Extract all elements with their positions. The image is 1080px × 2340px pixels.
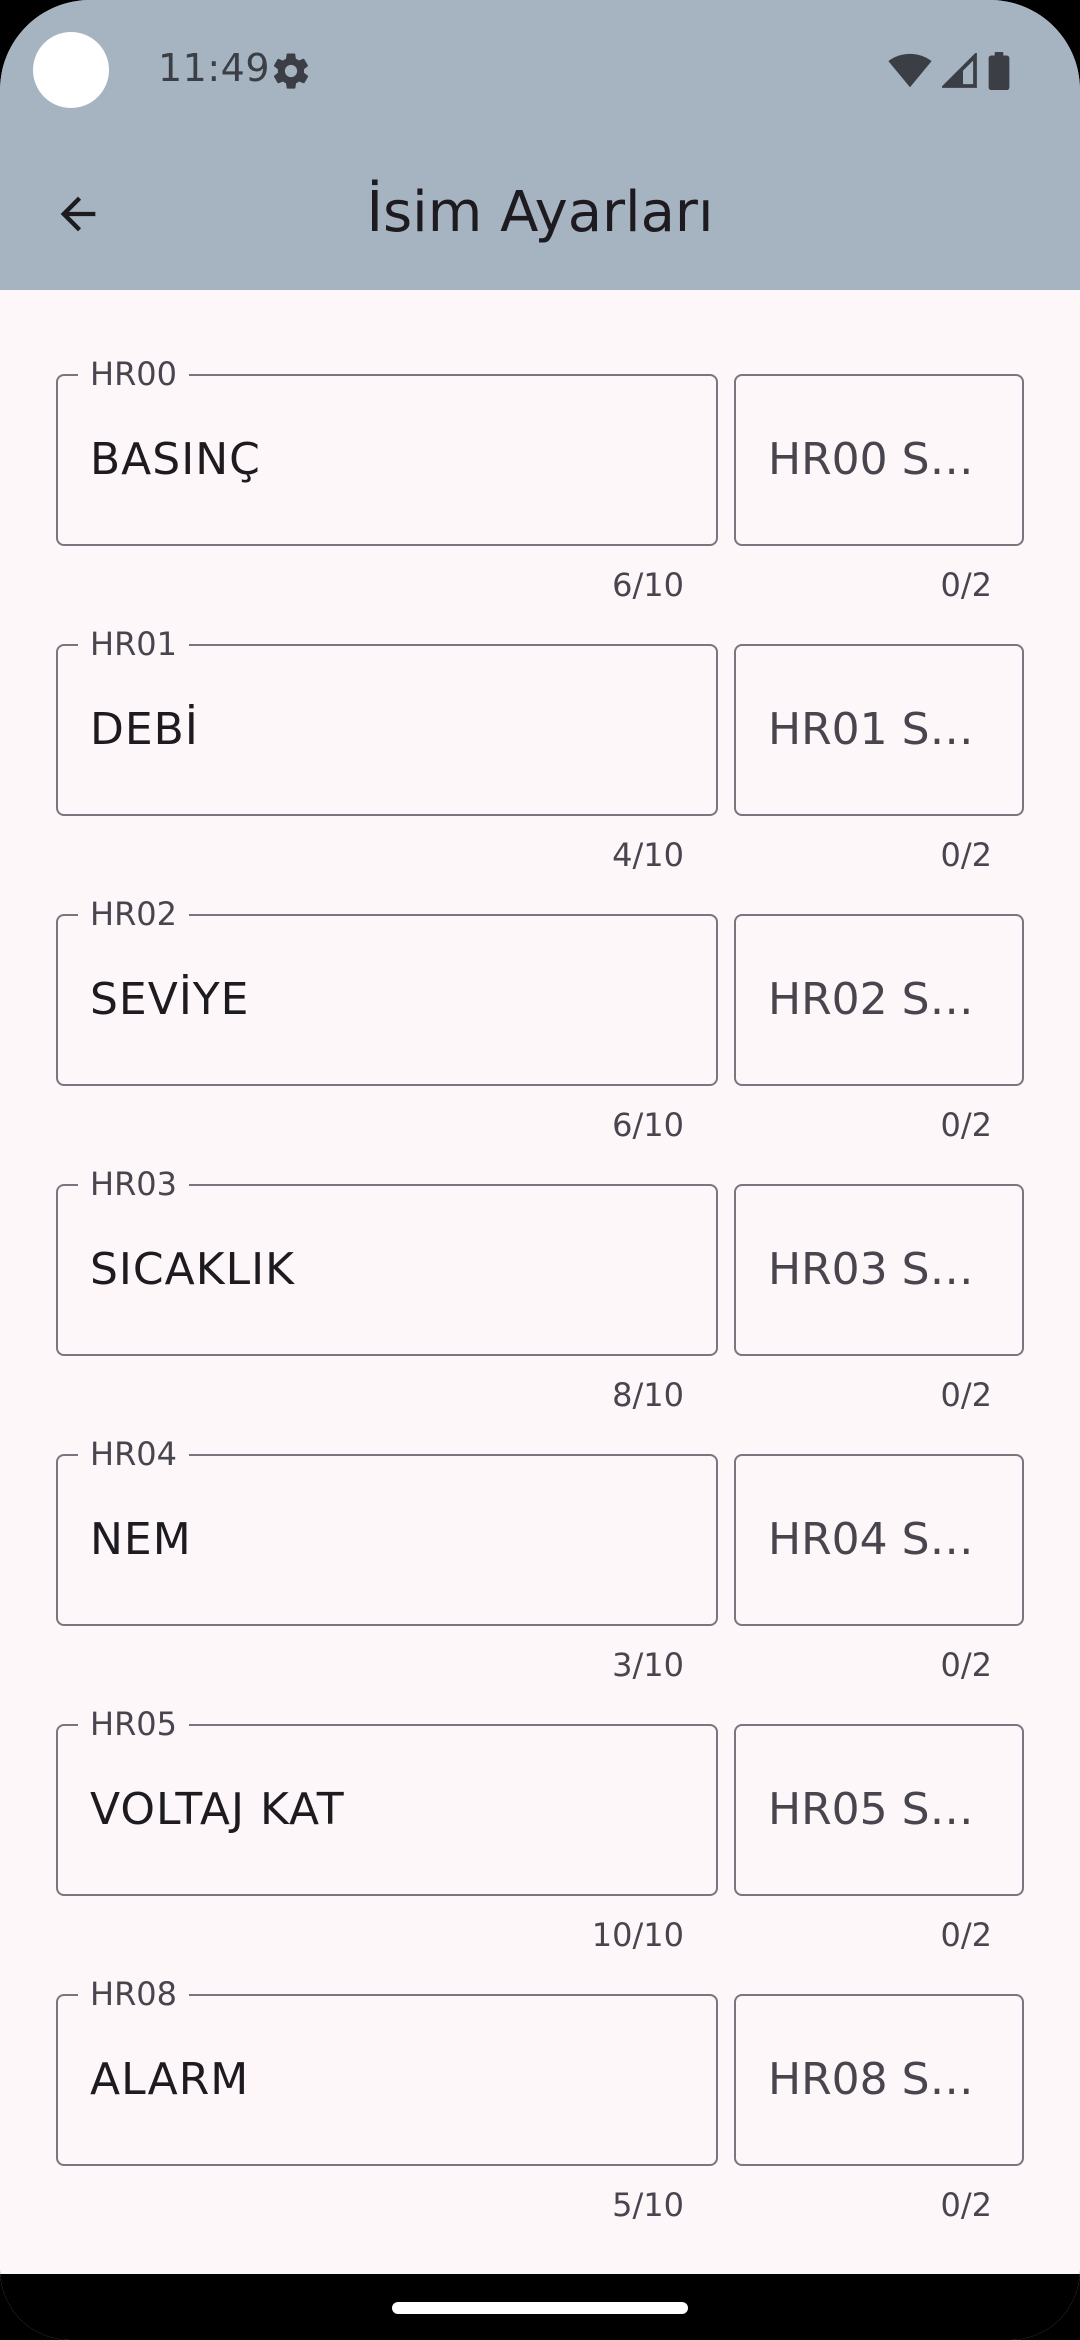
symbol-placeholder: HR05 Se… xyxy=(768,1784,994,1835)
symbol-placeholder: HR00 Se… xyxy=(768,434,994,485)
field-value: ALARM xyxy=(90,2054,250,2105)
status-time: 11:49 xyxy=(158,46,271,90)
list-item: HR01 DEBİ HR01 Se… 4/10 0/2 xyxy=(0,560,1080,874)
symbol-field[interactable]: HR03 Se… xyxy=(734,1184,1024,1356)
symbol-field[interactable]: HR05 Se… xyxy=(734,1724,1024,1896)
field-label: HR04 xyxy=(78,1434,190,1474)
list-item: HR08 ALARM HR08 Se… 5/10 0/2 xyxy=(0,1910,1080,2220)
symbol-placeholder: HR01 Se… xyxy=(768,704,994,755)
app-bar: İsim Ayarları xyxy=(0,150,1080,280)
home-indicator[interactable] xyxy=(392,2302,688,2314)
camera-cutout xyxy=(33,32,109,108)
status-bar: 11:49 xyxy=(0,0,1080,140)
field-label: HR03 xyxy=(78,1164,190,1204)
name-field[interactable]: HR05 VOLTAJ KAT xyxy=(56,1704,718,1896)
field-value: SEVİYE xyxy=(90,974,250,1025)
list-item: HR05 VOLTAJ KAT HR05 Se… 10/10 0/2 xyxy=(0,1640,1080,1954)
settings-icon xyxy=(270,50,312,92)
symbol-field[interactable]: HR00 Se… xyxy=(734,374,1024,546)
list-item: HR02 SEVİYE HR02 Se… 6/10 0/2 xyxy=(0,830,1080,1144)
field-label: HR05 xyxy=(78,1704,190,1744)
name-field[interactable]: HR03 SICAKLIK xyxy=(56,1164,718,1356)
symbol-field[interactable]: HR01 Se… xyxy=(734,644,1024,816)
field-label: HR00 xyxy=(78,354,190,394)
field-label: HR08 xyxy=(78,1974,190,2014)
name-field[interactable]: HR02 SEVİYE xyxy=(56,894,718,1086)
field-value: VOLTAJ KAT xyxy=(90,1784,345,1835)
symbol-placeholder: HR03 Se… xyxy=(768,1244,994,1295)
field-label: HR02 xyxy=(78,894,190,934)
symbol-field[interactable]: HR08 Se… xyxy=(734,1994,1024,2166)
phone-screen: 11:49 İsim Ayarları HR00 BASINÇ HR00 Se…… xyxy=(0,0,1080,2340)
field-value: SICAKLIK xyxy=(90,1244,295,1295)
battery-icon xyxy=(988,52,1010,94)
field-value: DEBİ xyxy=(90,704,199,755)
page-title: İsim Ayarları xyxy=(366,180,714,245)
symbol-placeholder: HR08 Se… xyxy=(768,2054,994,2105)
settings-list[interactable]: HR00 BASINÇ HR00 Se… 6/10 0/2 HR01 DEBİ … xyxy=(0,290,1080,2220)
wifi-icon xyxy=(888,53,932,93)
symbol-placeholder: HR04 Se… xyxy=(768,1514,994,1565)
symbol-field[interactable]: HR04 Se… xyxy=(734,1454,1024,1626)
field-label: HR01 xyxy=(78,624,190,664)
name-field[interactable]: HR00 BASINÇ xyxy=(56,354,718,546)
symbol-placeholder: HR02 Se… xyxy=(768,974,994,1025)
status-icons xyxy=(888,51,1010,94)
field-value: BASINÇ xyxy=(90,434,261,485)
list-item: HR04 NEM HR04 Se… 3/10 0/2 xyxy=(0,1370,1080,1684)
signal-icon xyxy=(940,51,978,93)
list-item: HR03 SICAKLIK HR03 Se… 8/10 0/2 xyxy=(0,1100,1080,1414)
field-value: NEM xyxy=(90,1514,192,1565)
list-item: HR00 BASINÇ HR00 Se… 6/10 0/2 xyxy=(0,290,1080,604)
name-field[interactable]: HR04 NEM xyxy=(56,1434,718,1626)
name-character-counter: 5/10 xyxy=(612,2186,684,2220)
top-app-bar-background: 11:49 İsim Ayarları xyxy=(0,0,1080,290)
symbol-character-counter: 0/2 xyxy=(940,2186,993,2220)
symbol-field[interactable]: HR02 Se… xyxy=(734,914,1024,1086)
name-field[interactable]: HR01 DEBİ xyxy=(56,624,718,816)
name-field[interactable]: HR08 ALARM xyxy=(56,1974,718,2166)
